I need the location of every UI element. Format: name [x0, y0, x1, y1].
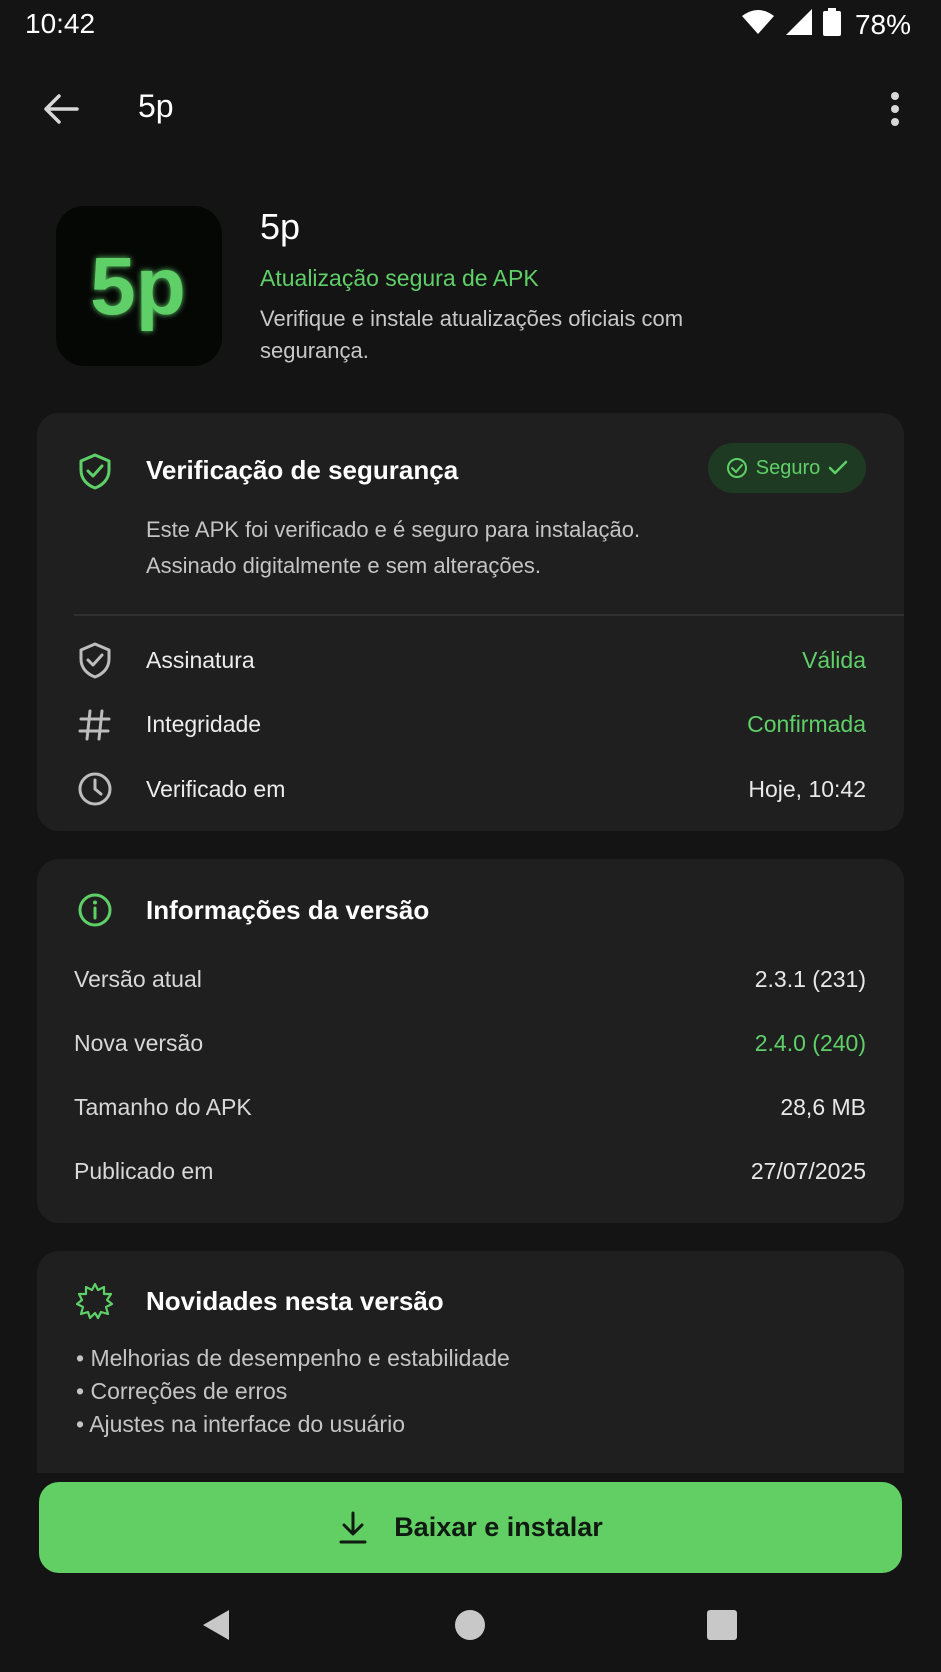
app-icon: 5p	[56, 206, 222, 366]
published-value: 27/07/2025	[750, 1158, 866, 1184]
status-icons: 78%	[741, 8, 911, 41]
apk-size-value: 28,6 MB	[780, 1094, 866, 1120]
security-title: Verificação de segurança	[146, 455, 459, 485]
hash-icon	[76, 706, 114, 749]
nav-home-icon	[455, 1610, 485, 1640]
verified-at-value: Hoje, 10:42	[748, 776, 866, 802]
clock-icon	[76, 770, 114, 813]
security-desc-line2: Assinado digitalmente e sem alterações.	[146, 553, 541, 578]
current-version-value: 2.3.1 (231)	[754, 966, 866, 992]
news-list-item: • Ajustes na interface do usuário	[76, 1411, 405, 1437]
status-badge-label: Seguro	[755, 456, 821, 479]
news-item-text: Melhorias de desempenho e estabilidade	[90, 1345, 510, 1371]
install-button[interactable]: Baixar e instalar	[39, 1482, 902, 1573]
news-item-text: Ajustes na interface do usuário	[89, 1411, 405, 1437]
install-button-label: Baixar e instalar	[394, 1512, 603, 1542]
app-icon-label: 5p	[90, 241, 186, 332]
shield-check-icon	[76, 452, 114, 495]
version-title: Informações da versão	[146, 895, 430, 925]
check-icon	[829, 460, 848, 475]
security-description: Este APK foi verificado e é seguro para …	[146, 512, 640, 584]
nav-back-icon	[203, 1610, 229, 1640]
nav-home-button[interactable]	[440, 1600, 500, 1650]
arrow-back-icon	[44, 94, 79, 124]
security-desc-line1: Este APK foi verificado e é seguro para …	[146, 517, 641, 542]
signal-icon	[785, 8, 813, 41]
check-circle-icon	[726, 458, 747, 478]
signature-value: Válida	[802, 647, 866, 673]
news-title: Novidades nesta versão	[146, 1286, 444, 1316]
back-button[interactable]	[36, 84, 86, 134]
status-time: 10:42	[25, 8, 96, 39]
shield-check-icon	[76, 641, 114, 684]
new-version-label: Nova versão	[74, 1030, 204, 1056]
sparkle-badge-icon	[75, 1282, 114, 1325]
more-options-button[interactable]	[877, 84, 913, 134]
news-list-item: • Melhorias de desempenho e estabilidade	[76, 1345, 510, 1371]
wifi-icon	[741, 9, 775, 40]
integrity-value: Confirmada	[747, 711, 866, 737]
page-title: 5p	[138, 88, 174, 124]
integrity-label: Integridade	[146, 711, 262, 737]
battery-icon	[822, 8, 841, 41]
signature-label: Assinatura	[146, 647, 255, 673]
download-icon	[339, 1511, 367, 1543]
more-vert-icon	[891, 92, 899, 126]
verified-at-label: Verificado em	[146, 776, 286, 802]
divider	[74, 614, 904, 616]
status-badge: Seguro	[708, 443, 866, 493]
new-version-value: 2.4.0 (240)	[754, 1030, 866, 1056]
apk-size-label: Tamanho do APK	[74, 1094, 252, 1120]
app-name: 5p	[260, 206, 301, 247]
app-subtitle: Atualização segura de APK	[260, 265, 539, 291]
app-description: Verifique e instale atualizações oficiai…	[260, 306, 684, 363]
published-label: Publicado em	[74, 1158, 214, 1184]
nav-back-button[interactable]	[186, 1600, 246, 1650]
news-item-text: Correções de erros	[90, 1378, 288, 1404]
info-icon	[76, 891, 114, 934]
nav-recents-icon	[707, 1610, 737, 1640]
news-list-item: • Correções de erros	[76, 1378, 288, 1404]
nav-recents-button[interactable]	[692, 1600, 752, 1650]
current-version-label: Versão atual	[74, 966, 202, 992]
battery-percent: 78%	[854, 8, 911, 40]
